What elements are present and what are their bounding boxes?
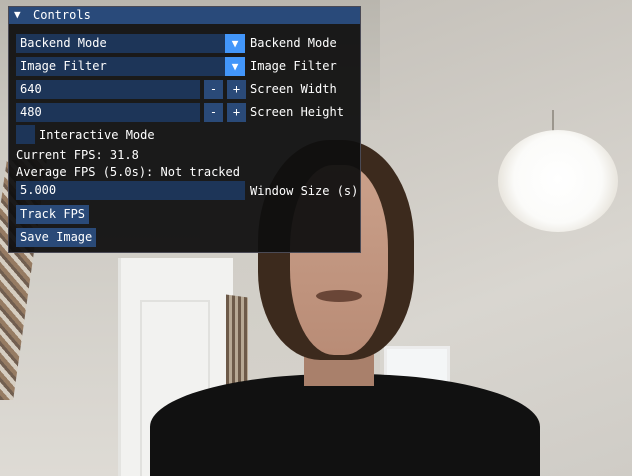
average-fps-text: Average FPS (5.0s): Not tracked — [16, 165, 240, 179]
window-size-input[interactable]: 5.000 — [16, 181, 245, 200]
chevron-down-icon[interactable]: ▼ — [225, 57, 245, 76]
backend-mode-combo[interactable]: Backend Mode — [16, 34, 244, 53]
person-mustache — [316, 290, 362, 302]
window-title: Controls — [33, 8, 91, 22]
screen-width-decrement-button[interactable]: - — [204, 80, 223, 99]
window-size-value: 5.000 — [20, 183, 57, 197]
image-filter-label: Image Filter — [250, 59, 337, 73]
chevron-down-icon[interactable]: ▼ — [225, 34, 245, 53]
controls-window: ▼ Controls Backend Mode ▼ Backend Mode I… — [8, 6, 361, 253]
track-fps-button[interactable]: Track FPS — [16, 205, 90, 224]
screen-width-label: Screen Width — [250, 82, 337, 96]
screen-height-value: 480 — [20, 105, 42, 119]
current-fps-text: Current FPS: 31.8 — [16, 148, 139, 162]
screen-height-label: Screen Height — [250, 105, 344, 119]
screen-height-increment-button[interactable]: + — [227, 103, 246, 122]
image-filter-combo[interactable]: Image Filter — [16, 57, 244, 76]
screen-width-value: 640 — [20, 82, 42, 96]
window-size-label: Window Size (s) — [250, 184, 359, 198]
paper-lamp — [498, 130, 618, 232]
person-shirt — [150, 374, 540, 476]
screen-height-decrement-button[interactable]: - — [204, 103, 223, 122]
triangle-down-icon[interactable]: ▼ — [14, 8, 26, 22]
screen-height-input[interactable]: 480 — [16, 103, 200, 122]
interactive-mode-checkbox[interactable] — [16, 125, 35, 144]
backend-mode-label: Backend Mode — [250, 36, 337, 50]
save-image-button[interactable]: Save Image — [16, 228, 97, 247]
backend-mode-value: Backend Mode — [20, 36, 107, 50]
controls-titlebar[interactable]: ▼ Controls — [9, 7, 360, 24]
screen-width-input[interactable]: 640 — [16, 80, 200, 99]
interactive-mode-label: Interactive Mode — [39, 128, 155, 142]
image-filter-value: Image Filter — [20, 59, 107, 73]
lamp-wire — [552, 110, 554, 132]
screen-width-increment-button[interactable]: + — [227, 80, 246, 99]
